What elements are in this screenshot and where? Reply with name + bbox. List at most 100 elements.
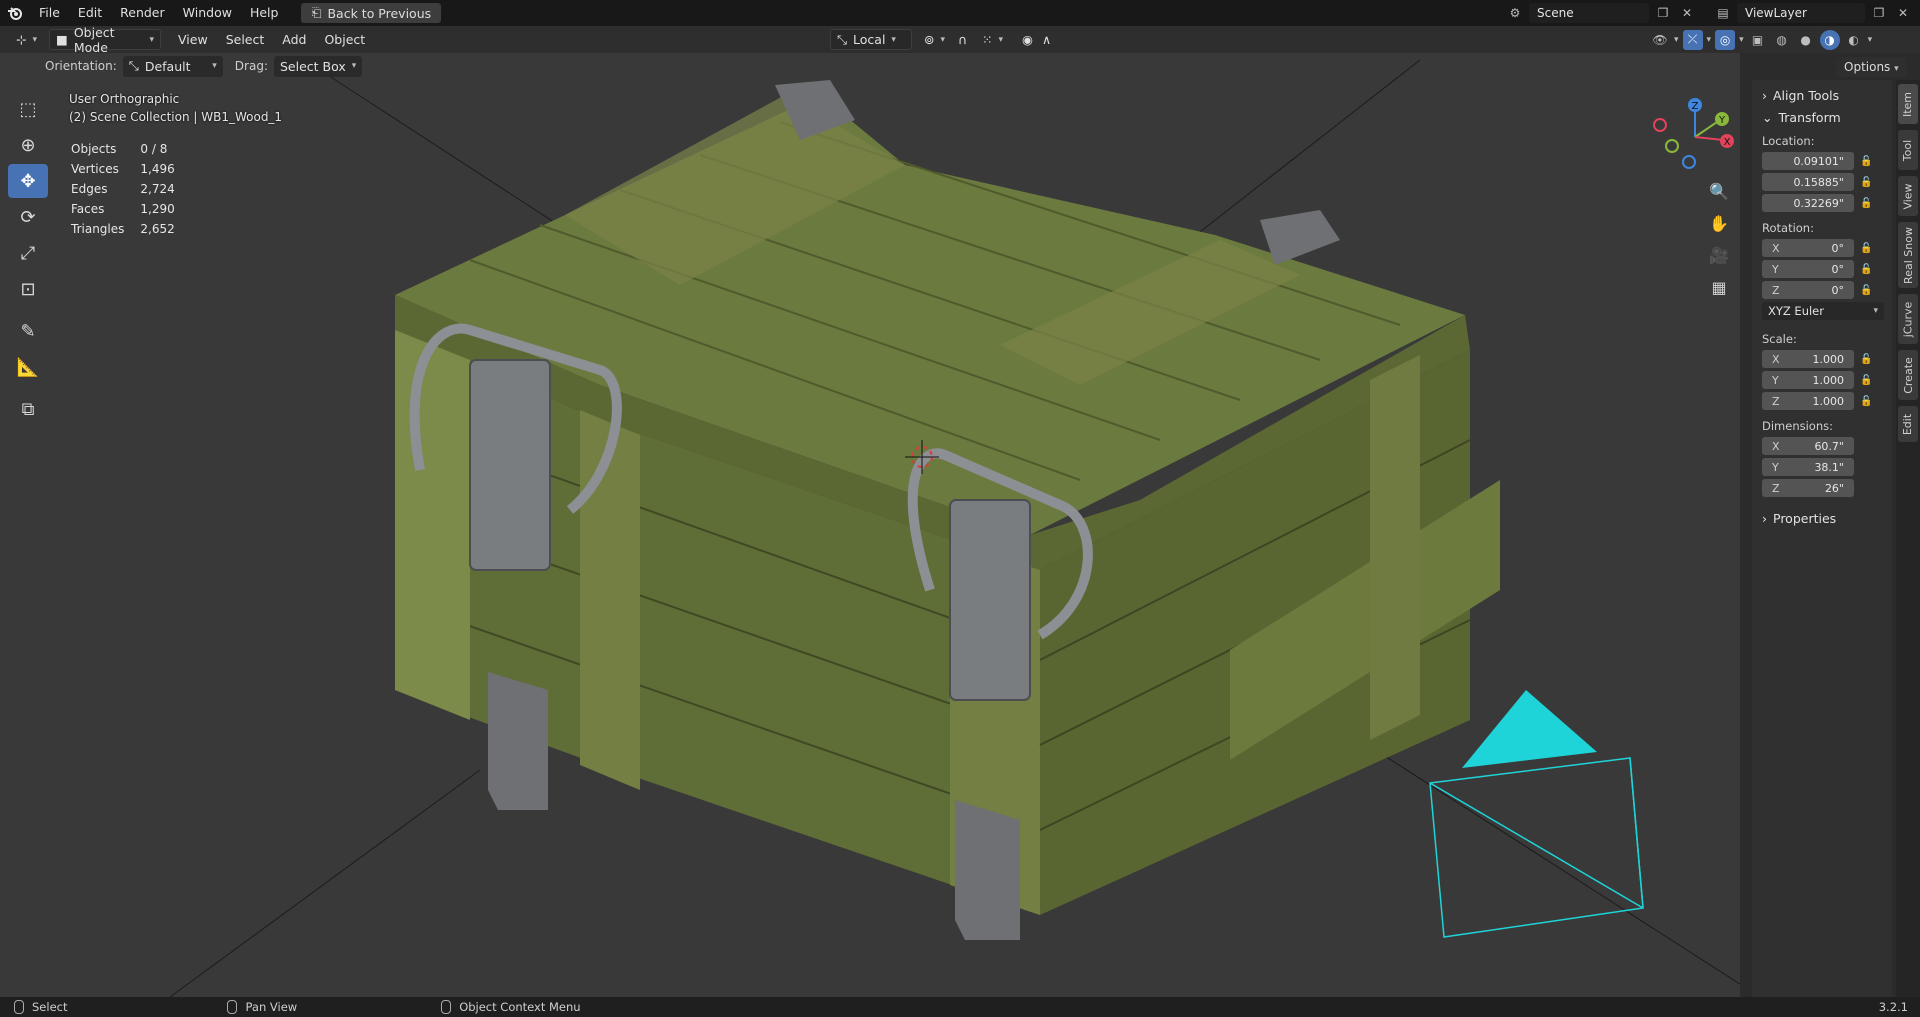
- new-viewlayer-icon[interactable]: ❐: [1869, 3, 1889, 23]
- lock-icon[interactable]: 🔓: [1860, 375, 1872, 386]
- xray-toggle-icon[interactable]: ▣: [1748, 30, 1768, 50]
- chevron-down-icon: ▾: [940, 34, 946, 45]
- tab-tool[interactable]: Tool: [1898, 130, 1918, 170]
- visibility-eye-icon[interactable]: 👁: [1650, 30, 1670, 50]
- field-value: 1.000: [1812, 373, 1845, 387]
- lock-icon[interactable]: 🔓: [1860, 198, 1872, 209]
- falloff-dropdown[interactable]: ∧: [1036, 29, 1058, 50]
- lock-icon[interactable]: 🔓: [1860, 243, 1872, 254]
- stat-value: 2,724: [140, 182, 175, 196]
- snap-toggle[interactable]: ∩: [952, 29, 974, 50]
- material-preview-shading-icon[interactable]: ◑: [1819, 29, 1840, 50]
- tab-edit[interactable]: Edit: [1898, 406, 1918, 442]
- pan-hand-icon[interactable]: ✋: [1706, 210, 1732, 236]
- lock-icon[interactable]: 🔓: [1860, 264, 1872, 275]
- back-to-previous-button[interactable]: ⎗ Back to Previous: [301, 3, 442, 23]
- move-tool-icon[interactable]: ✥: [8, 164, 48, 198]
- align-tools-section[interactable]: › Align Tools: [1756, 84, 1888, 106]
- rotate-tool-icon[interactable]: ⟳: [8, 200, 48, 234]
- menu-add[interactable]: Add: [273, 32, 315, 47]
- scene-name-field[interactable]: Scene: [1529, 3, 1649, 23]
- blender-logo-icon[interactable]: [0, 0, 30, 26]
- menu-edit[interactable]: Edit: [69, 0, 111, 26]
- select-box-tool-icon[interactable]: ⬚: [8, 92, 48, 126]
- overlays-toggle-icon[interactable]: ◎: [1715, 29, 1736, 50]
- view-name: User Orthographic: [69, 92, 180, 106]
- location-z-field[interactable]: 0.32269": [1762, 194, 1854, 212]
- new-scene-icon[interactable]: ❐: [1653, 3, 1673, 23]
- wireframe-shading-icon[interactable]: ◍: [1772, 30, 1792, 50]
- orientation-icon: ⤡: [128, 58, 139, 73]
- lock-icon[interactable]: 🔓: [1860, 285, 1872, 296]
- tab-item[interactable]: Item: [1898, 84, 1918, 124]
- cursor-tool-icon[interactable]: ⊕: [8, 128, 48, 162]
- camera-object[interactable]: [1429, 690, 1644, 938]
- zoom-icon[interactable]: 🔍: [1706, 178, 1732, 204]
- tab-view[interactable]: View: [1898, 176, 1918, 216]
- dimension-z-field[interactable]: Z 26": [1762, 479, 1854, 497]
- tab-create[interactable]: Create: [1898, 350, 1918, 400]
- pivot-dropdown[interactable]: ⊚ ▾: [918, 29, 952, 50]
- delete-viewlayer-icon[interactable]: ✕: [1893, 3, 1913, 23]
- viewlayer-name-field[interactable]: ViewLayer: [1737, 3, 1865, 23]
- editor-type-dropdown[interactable]: ⊹ ▾: [10, 29, 44, 50]
- lock-icon[interactable]: 🔓: [1860, 156, 1872, 167]
- menu-render[interactable]: Render: [111, 0, 174, 26]
- scale-x-field[interactable]: X 1.000: [1762, 350, 1854, 368]
- dimension-x-field[interactable]: X 60.7": [1762, 437, 1854, 455]
- lock-icon[interactable]: 🔓: [1860, 177, 1872, 188]
- snap-dropdown[interactable]: ⁙ ▾: [976, 29, 1010, 50]
- rotation-x-field[interactable]: X 0°: [1762, 239, 1854, 257]
- tab-label: Tool: [1901, 139, 1915, 161]
- viewlayer-icon[interactable]: ▤: [1713, 3, 1733, 23]
- menu-file[interactable]: File: [30, 0, 69, 26]
- menu-select[interactable]: Select: [217, 32, 274, 47]
- solid-shading-icon[interactable]: ●: [1796, 30, 1816, 50]
- crate-scene[interactable]: [0, 53, 1740, 997]
- mouse-left-icon: [14, 1000, 24, 1014]
- orientation-dropdown[interactable]: ⤡ Default ▾: [122, 55, 223, 77]
- transform-section[interactable]: ⌄ Transform: [1756, 106, 1888, 128]
- local-orientation-icon: ⤡: [837, 31, 848, 47]
- camera-view-icon[interactable]: 🎥: [1706, 242, 1732, 268]
- location-y-field[interactable]: 0.15885": [1762, 173, 1854, 191]
- scene-icon[interactable]: ⚙: [1505, 3, 1525, 23]
- location-x-field[interactable]: 0.09101": [1762, 152, 1854, 170]
- scale-y-field[interactable]: Y 1.000: [1762, 371, 1854, 389]
- tab-real-snow[interactable]: Real Snow: [1898, 222, 1918, 288]
- menu-object[interactable]: Object: [315, 32, 374, 47]
- scale-z-field[interactable]: Z 1.000: [1762, 392, 1854, 410]
- rotation-z-field[interactable]: Z 0°: [1762, 281, 1854, 299]
- scene-selector: ⚙ Scene ❐ ✕: [1505, 3, 1697, 23]
- rendered-shading-icon[interactable]: ◐: [1844, 30, 1864, 50]
- gizmo-toggle-icon[interactable]: ⤫: [1682, 29, 1703, 50]
- 3d-viewport[interactable]: [0, 53, 1740, 997]
- neg-y-axis-icon[interactable]: [1665, 139, 1679, 153]
- sidebar-tabs: Item Tool View Real Snow jCurve Create E…: [1896, 80, 1920, 997]
- mode-dropdown[interactable]: ■ Object Mode ▾: [49, 25, 162, 55]
- drag-dropdown[interactable]: Select Box ▾: [273, 55, 363, 77]
- measure-tool-icon[interactable]: 📐: [8, 350, 48, 384]
- rotation-mode-dropdown[interactable]: XYZ Euler ▾: [1762, 302, 1884, 320]
- neg-z-axis-icon[interactable]: [1682, 155, 1696, 169]
- scale-tool-icon[interactable]: ⤢: [8, 236, 48, 270]
- rotation-y-field[interactable]: Y 0°: [1762, 260, 1854, 278]
- add-cube-tool-icon[interactable]: ⧉: [8, 392, 48, 426]
- tab-jcurve[interactable]: jCurve: [1898, 294, 1918, 344]
- neg-x-axis-icon[interactable]: [1653, 118, 1667, 132]
- delete-scene-icon[interactable]: ✕: [1677, 3, 1697, 23]
- lock-icon[interactable]: 🔓: [1860, 396, 1872, 407]
- annotate-tool-icon[interactable]: ✎: [8, 314, 48, 348]
- ortho-grid-icon[interactable]: ▦: [1706, 274, 1732, 300]
- transform-orientation-dropdown[interactable]: ⤡ Local ▾: [830, 29, 912, 50]
- lock-icon[interactable]: 🔓: [1860, 354, 1872, 365]
- dimension-y-field[interactable]: Y 38.1": [1762, 458, 1854, 476]
- scale-label: Scale:: [1762, 332, 1797, 346]
- menu-window[interactable]: Window: [174, 0, 241, 26]
- navigation-gizmo[interactable]: Z Y X: [1650, 92, 1740, 182]
- menu-help[interactable]: Help: [241, 0, 288, 26]
- menu-view[interactable]: View: [169, 32, 217, 47]
- transform-tool-icon[interactable]: ⊡: [8, 272, 48, 306]
- options-button[interactable]: Options ▾: [1836, 57, 1907, 77]
- properties-section[interactable]: › Properties: [1756, 507, 1888, 529]
